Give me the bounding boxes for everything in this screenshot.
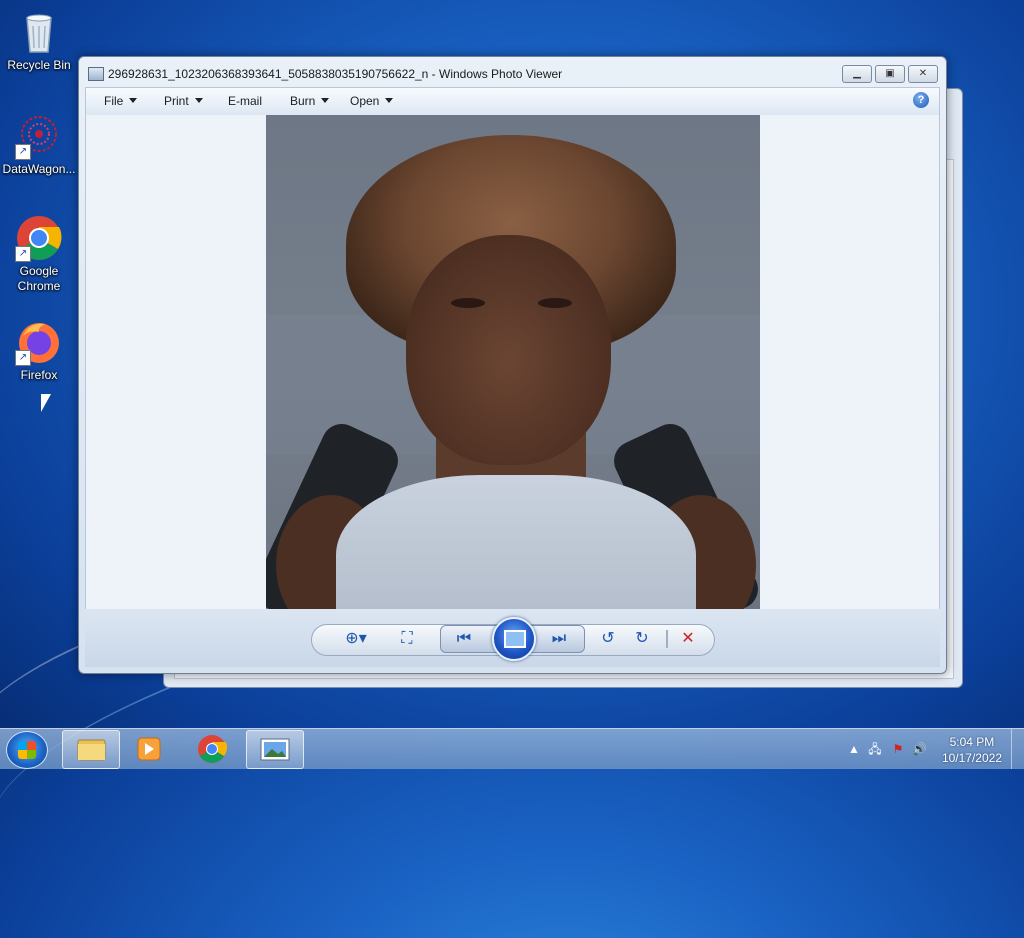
- rotate-counterclockwise-icon[interactable]: ↺: [597, 630, 619, 648]
- volume-icon[interactable]: 🔊: [912, 742, 927, 756]
- mouse-cursor-icon: [41, 394, 51, 412]
- recycle-bin-icon: [15, 8, 63, 56]
- window-title: 296928631_1023206368393641_5058838035190…: [108, 67, 563, 81]
- taskbar-media-player[interactable]: [121, 730, 177, 767]
- system-tray: ▲ 🖧 ⚑ 🔊 5:04 PM 10/17/2022: [844, 729, 1024, 769]
- menu-open[interactable]: Open: [350, 94, 394, 108]
- slideshow-icon[interactable]: [492, 617, 536, 661]
- taskbar-explorer[interactable]: [62, 730, 120, 769]
- image-viewer-area[interactable]: [85, 115, 940, 609]
- desktop-icon-label: Google Chrome: [17, 264, 61, 293]
- delete-icon[interactable]: ✕: [677, 630, 699, 648]
- desktop-icon-label: Firefox: [20, 368, 58, 382]
- desktop-icon-label: DataWagon...: [2, 162, 76, 176]
- portrait-photo: [266, 115, 760, 609]
- chevron-down-icon: [385, 98, 394, 103]
- maximize-button[interactable]: ▣: [875, 65, 905, 83]
- desktop-icon-label: Recycle Bin: [7, 58, 71, 72]
- action-center-icon[interactable]: ⚑: [891, 742, 905, 756]
- network-icon[interactable]: 🖧: [868, 742, 882, 756]
- help-icon[interactable]: ?: [913, 92, 929, 108]
- title-bar[interactable]: 296928631_1023206368393641_5058838035190…: [79, 57, 946, 87]
- photo-eye-right: [538, 298, 572, 308]
- photo-eye-left: [451, 298, 485, 308]
- show-hidden-icons-icon[interactable]: ▲: [847, 742, 861, 756]
- menu-file[interactable]: File: [104, 94, 138, 108]
- menu-burn[interactable]: Burn: [290, 94, 330, 108]
- control-bar: ⊕▾ ⛶ ⏮ ⏭ ↺ ↻ ✕: [85, 609, 940, 667]
- chrome-icon: [198, 735, 228, 763]
- next-icon[interactable]: ⏭: [548, 630, 570, 648]
- desktop-icon-datawagon[interactable]: ↗ DataWagon...: [1, 112, 77, 177]
- taskbar-chrome[interactable]: [184, 730, 240, 767]
- photo-viewer-icon: [260, 738, 290, 761]
- photo-shirt: [336, 475, 696, 609]
- desktop-icon-recycle-bin[interactable]: Recycle Bin: [1, 8, 77, 73]
- taskbar: ▲ 🖧 ⚑ 🔊 5:04 PM 10/17/2022: [0, 728, 1024, 769]
- clock[interactable]: 5:04 PM 10/17/2022: [942, 734, 1002, 766]
- close-button[interactable]: ✕: [908, 65, 938, 83]
- shortcut-arrow-icon: ↗: [15, 246, 31, 262]
- chrome-icon: ↗: [15, 214, 63, 262]
- show-desktop-button[interactable]: [1011, 729, 1024, 769]
- photo-viewer-window[interactable]: 296928631_1023206368393641_5058838035190…: [78, 56, 947, 674]
- media-player-icon: [137, 737, 161, 761]
- previous-icon[interactable]: ⏮: [453, 630, 475, 648]
- menu-email[interactable]: E-mail: [228, 94, 262, 108]
- clock-date: 10/17/2022: [941, 751, 1002, 765]
- start-button[interactable]: [6, 731, 48, 769]
- menu-print[interactable]: Print: [164, 94, 203, 108]
- control-divider: [666, 630, 668, 648]
- photo-viewer-app-icon: [88, 67, 104, 81]
- rotate-clockwise-icon[interactable]: ↻: [631, 630, 653, 648]
- menu-bar: File Print E-mail Burn Open ?: [85, 87, 940, 115]
- chevron-down-icon: [321, 98, 330, 103]
- desktop-icon-firefox[interactable]: ↗ Firefox: [1, 318, 77, 383]
- photo-face: [406, 235, 611, 465]
- clock-time: 5:04 PM: [949, 735, 995, 749]
- chevron-down-icon: [194, 98, 203, 103]
- zoom-icon[interactable]: ⊕▾: [339, 630, 373, 648]
- shortcut-arrow-icon: ↗: [15, 144, 31, 160]
- shortcut-arrow-icon: ↗: [15, 350, 31, 366]
- folder-icon: [77, 739, 106, 761]
- firefox-icon: ↗: [15, 318, 63, 366]
- chevron-down-icon: [129, 98, 138, 103]
- actual-size-icon[interactable]: ⛶: [395, 630, 419, 648]
- minimize-button[interactable]: ▁: [842, 65, 872, 83]
- datawagon-icon: ↗: [15, 112, 63, 160]
- windows-logo-icon: [18, 741, 36, 759]
- slideshow-frame: [504, 630, 526, 648]
- taskbar-photo-viewer[interactable]: [246, 730, 304, 769]
- desktop-icon-google-chrome[interactable]: ↗ Google Chrome: [1, 214, 77, 294]
